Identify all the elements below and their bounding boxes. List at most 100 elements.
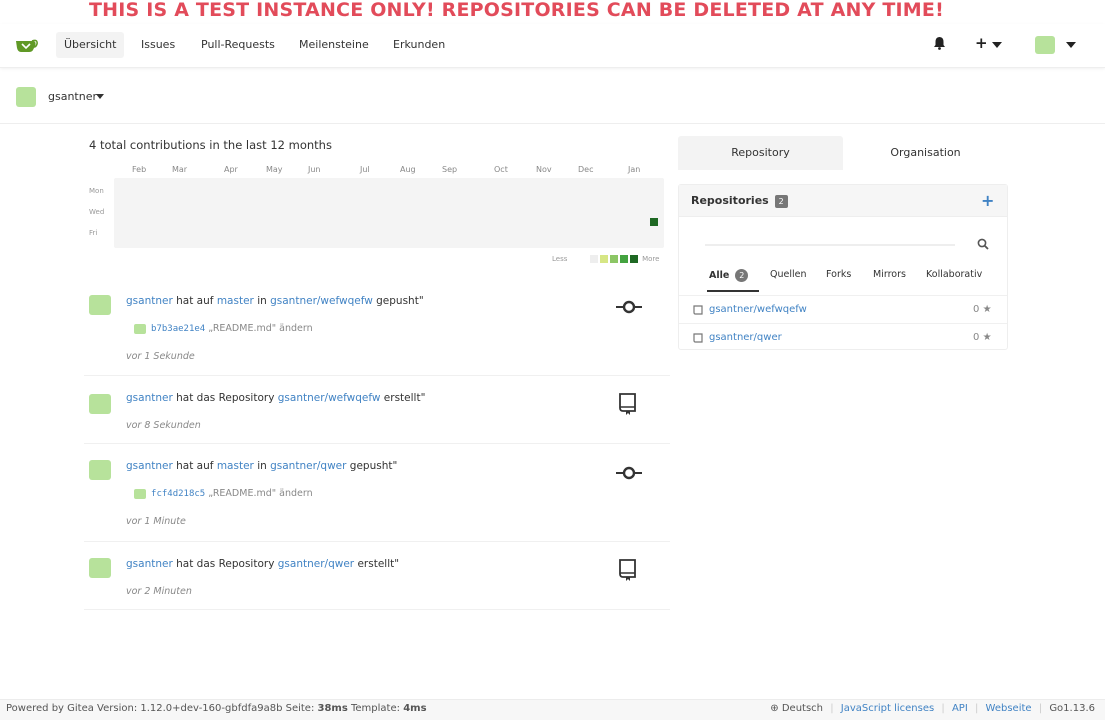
- month-label: Jan: [628, 165, 641, 174]
- repo-stars: 0 ★: [973, 304, 992, 315]
- filter-mirrors[interactable]: Mirrors: [873, 269, 906, 280]
- heatmap-cell-active[interactable]: [650, 218, 658, 226]
- repo-name-link[interactable]: gsantner/qwer: [709, 332, 782, 343]
- repo-search-input[interactable]: [695, 233, 975, 255]
- feed-text-part: gepusht": [349, 460, 398, 472]
- nav-item-milestones[interactable]: Meilensteine: [291, 32, 377, 58]
- feed-text-part: hat das Repository: [176, 392, 275, 404]
- filter-sources[interactable]: Quellen: [770, 269, 807, 280]
- heatmap-legend: Less More: [552, 255, 659, 263]
- footer-link-website[interactable]: Webseite: [986, 703, 1032, 714]
- heatmap-grid: [114, 178, 664, 248]
- search-icon[interactable]: [977, 238, 989, 250]
- commit-avatar: [134, 488, 146, 499]
- chevron-down-icon[interactable]: [992, 42, 1002, 49]
- legend-swatch: [599, 255, 608, 263]
- tab-organisation[interactable]: Organisation: [843, 136, 1008, 170]
- nav-item-issues[interactable]: Issues: [133, 32, 183, 58]
- feed-avatar[interactable]: [89, 558, 111, 578]
- footer-link-js-licenses[interactable]: JavaScript licenses: [841, 703, 934, 714]
- footer-links: ⊕ Deutsch | JavaScript licenses | API | …: [770, 703, 1095, 714]
- feed-item: gsantner hat das Repository gsantner/qwe…: [84, 542, 670, 610]
- filter-forks[interactable]: Forks: [826, 269, 851, 280]
- active-filter-underline: [707, 290, 759, 292]
- repo-star-count: 0: [973, 332, 980, 343]
- page-footer: Powered by Gitea Version: 1.12.0+dev-160…: [0, 699, 1105, 720]
- footer-template-label: Template:: [351, 703, 400, 714]
- feed-user-link[interactable]: gsantner: [126, 392, 173, 404]
- feed-repo-link[interactable]: gsantner/wefwqefw: [278, 392, 381, 404]
- feed-time: vor 2 Minuten: [126, 586, 192, 597]
- plus-icon: +: [975, 34, 988, 52]
- nav-item-pull-requests[interactable]: Pull-Requests: [193, 32, 283, 58]
- feed-time: vor 1 Minute: [126, 516, 186, 527]
- repositories-box: Repositories 2 + Alle 2 Quellen Forks Mirr…: [678, 184, 1008, 350]
- commit-avatar: [134, 323, 146, 334]
- commit-sha-link[interactable]: b7b3ae21e4: [151, 324, 205, 334]
- legend-swatch: [589, 255, 598, 263]
- tab-repository[interactable]: Repository: [678, 136, 843, 170]
- feed-user-link[interactable]: gsantner: [126, 558, 173, 570]
- nav-item-explore[interactable]: Erkunden: [385, 32, 453, 58]
- feed-text-part: in: [257, 295, 267, 307]
- feed-text: gsantner hat auf master in gsantner/wefw…: [126, 295, 424, 307]
- repo-name-link[interactable]: gsantner/wefwqefw: [709, 304, 807, 315]
- feed-branch-link[interactable]: master: [217, 295, 254, 307]
- repo-list-item[interactable]: gsantner/wefwqefw 0 ★: [679, 295, 1007, 323]
- repo-list-item[interactable]: gsantner/qwer 0 ★: [679, 323, 1007, 351]
- contributions-title: 4 total contributions in the last 12 mon…: [89, 138, 332, 152]
- feed-user-link[interactable]: gsantner: [126, 295, 173, 307]
- feed-text: gsantner hat auf master in gsantner/qwer…: [126, 460, 397, 472]
- legend-less-label: Less: [552, 255, 568, 263]
- repo-search: [695, 233, 993, 257]
- context-avatar[interactable]: [16, 87, 36, 107]
- feed-user-link[interactable]: gsantner: [126, 460, 173, 472]
- month-label: Feb: [132, 165, 147, 174]
- feed-text-part: erstellt": [357, 558, 400, 570]
- feed-text-part: hat auf: [176, 460, 214, 472]
- footer-go-version: Go1.13.6: [1049, 703, 1095, 714]
- caret-down-icon[interactable]: [96, 94, 104, 99]
- footer-version-info: Powered by Gitea Version: 1.12.0+dev-160…: [6, 703, 427, 714]
- footer-template-time: 4ms: [403, 703, 427, 714]
- legend-swatch: [619, 255, 628, 263]
- month-label: May: [266, 165, 283, 174]
- create-new-button[interactable]: +: [975, 34, 988, 52]
- bell-icon[interactable]: [933, 36, 946, 50]
- feed-repo-link[interactable]: gsantner/wefwqefw: [270, 295, 373, 307]
- commit-icon: [616, 466, 642, 480]
- add-repository-button[interactable]: +: [981, 191, 994, 210]
- feed-avatar[interactable]: [89, 295, 111, 315]
- feed-branch-link[interactable]: master: [217, 460, 254, 472]
- commit-sha-link[interactable]: fcf4d218c5: [151, 489, 205, 499]
- feed-item: gsantner hat auf master in gsantner/wefw…: [84, 288, 670, 376]
- language-selector[interactable]: Deutsch: [782, 703, 823, 714]
- day-label: Mon: [89, 187, 104, 195]
- dashboard-context-bar: gsantner: [0, 78, 1105, 124]
- repo-book-icon: [619, 393, 636, 415]
- feed-commit: fcf4d218c5 „README.md" ändern: [134, 488, 313, 499]
- feed-item: gsantner hat auf master in gsantner/qwer…: [84, 444, 670, 542]
- repositories-title: Repositories 2: [691, 194, 788, 208]
- user-avatar[interactable]: [1035, 36, 1055, 54]
- commit-message: „README.md" ändern: [208, 488, 313, 499]
- chevron-down-icon[interactable]: [1066, 42, 1076, 49]
- feed-time: vor 8 Sekunden: [126, 420, 201, 431]
- nav-item-overview[interactable]: Übersicht: [56, 32, 125, 58]
- filter-all[interactable]: Alle 2: [707, 269, 759, 292]
- feed-text-part: gepusht": [376, 295, 424, 307]
- gitea-logo-icon[interactable]: [14, 36, 38, 56]
- feed-repo-link[interactable]: gsantner/qwer: [278, 558, 354, 570]
- feed-item: gsantner hat das Repository gsantner/wef…: [84, 376, 670, 444]
- repositories-header: Repositories 2 +: [679, 185, 1007, 217]
- footer-link-api[interactable]: API: [952, 703, 968, 714]
- feed-text-part: hat das Repository: [176, 558, 275, 570]
- contribution-heatmap: Feb Mar Apr May Jun Jul Aug Sep Oct Nov …: [86, 162, 666, 272]
- activity-feed: gsantner hat auf master in gsantner/wefw…: [84, 288, 670, 610]
- repo-icon: [693, 333, 703, 343]
- context-user-name[interactable]: gsantner: [48, 90, 97, 103]
- feed-avatar[interactable]: [89, 394, 111, 414]
- feed-repo-link[interactable]: gsantner/qwer: [270, 460, 346, 472]
- filter-collaborative[interactable]: Kollaborativ: [926, 269, 982, 280]
- feed-avatar[interactable]: [89, 460, 111, 480]
